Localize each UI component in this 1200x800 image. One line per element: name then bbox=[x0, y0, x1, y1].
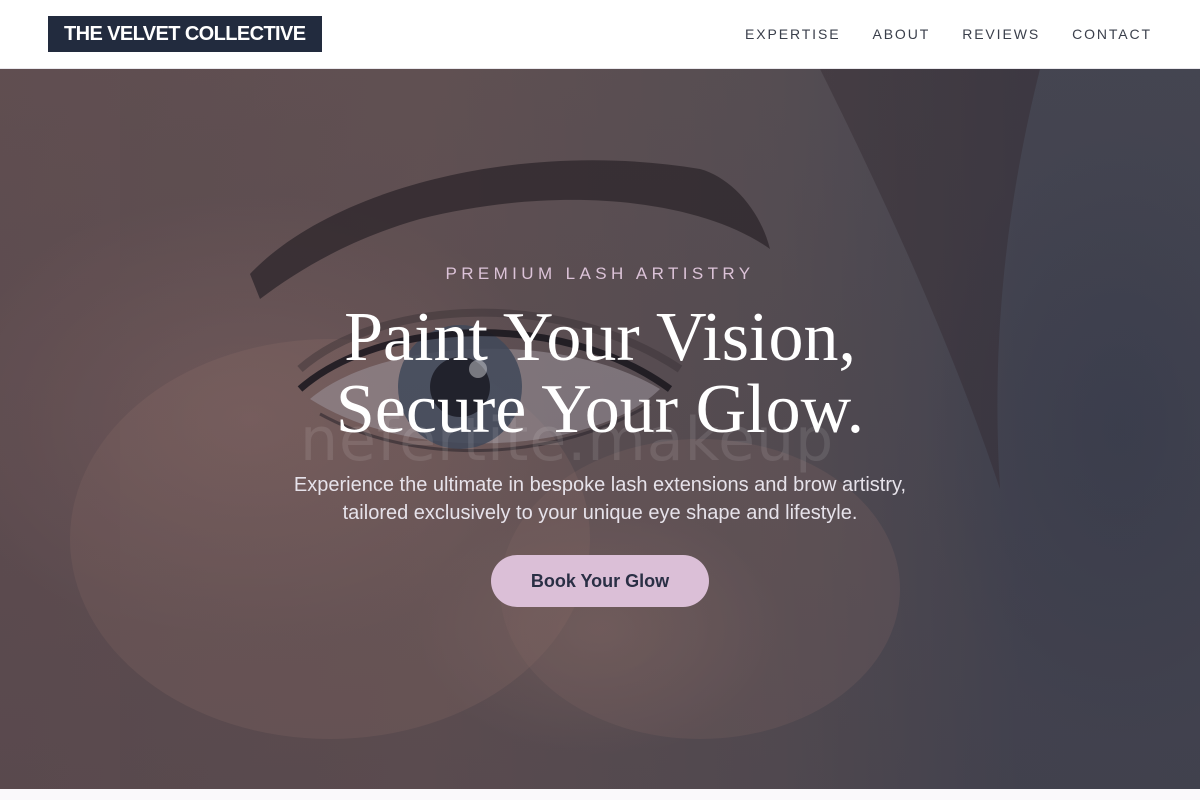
hero-subtext-line-2: tailored exclusively to your unique eye … bbox=[342, 502, 858, 524]
nav-link-expertise[interactable]: EXPERTISE bbox=[745, 26, 840, 42]
brand-logo[interactable]: THE VELVET COLLECTIVE bbox=[48, 16, 322, 52]
hero-section: nefertite.makeup PREMIUM LASH ARTISTRY P… bbox=[0, 69, 1200, 789]
hero-content: PREMIUM LASH ARTISTRY Paint Your Vision,… bbox=[0, 69, 1200, 789]
nav-link-contact[interactable]: CONTACT bbox=[1072, 26, 1152, 42]
book-your-glow-button[interactable]: Book Your Glow bbox=[491, 555, 709, 607]
nav-link-reviews[interactable]: REVIEWS bbox=[962, 26, 1040, 42]
nav-link-about[interactable]: ABOUT bbox=[872, 26, 930, 42]
site-header: THE VELVET COLLECTIVE EXPERTISE ABOUT RE… bbox=[0, 0, 1200, 69]
hero-eyebrow: PREMIUM LASH ARTISTRY bbox=[445, 264, 755, 283]
hero-headline: Paint Your Vision, Secure Your Glow. bbox=[0, 302, 1200, 446]
main-nav: EXPERTISE ABOUT REVIEWS CONTACT bbox=[745, 26, 1152, 42]
hero-headline-line-2: Secure Your Glow. bbox=[335, 371, 865, 448]
hero-headline-line-1: Paint Your Vision, bbox=[344, 299, 856, 376]
hero-subtext: Experience the ultimate in bespoke lash … bbox=[250, 471, 950, 527]
page-bottom-strip bbox=[0, 789, 1200, 800]
hero-subtext-line-1: Experience the ultimate in bespoke lash … bbox=[293, 474, 907, 496]
